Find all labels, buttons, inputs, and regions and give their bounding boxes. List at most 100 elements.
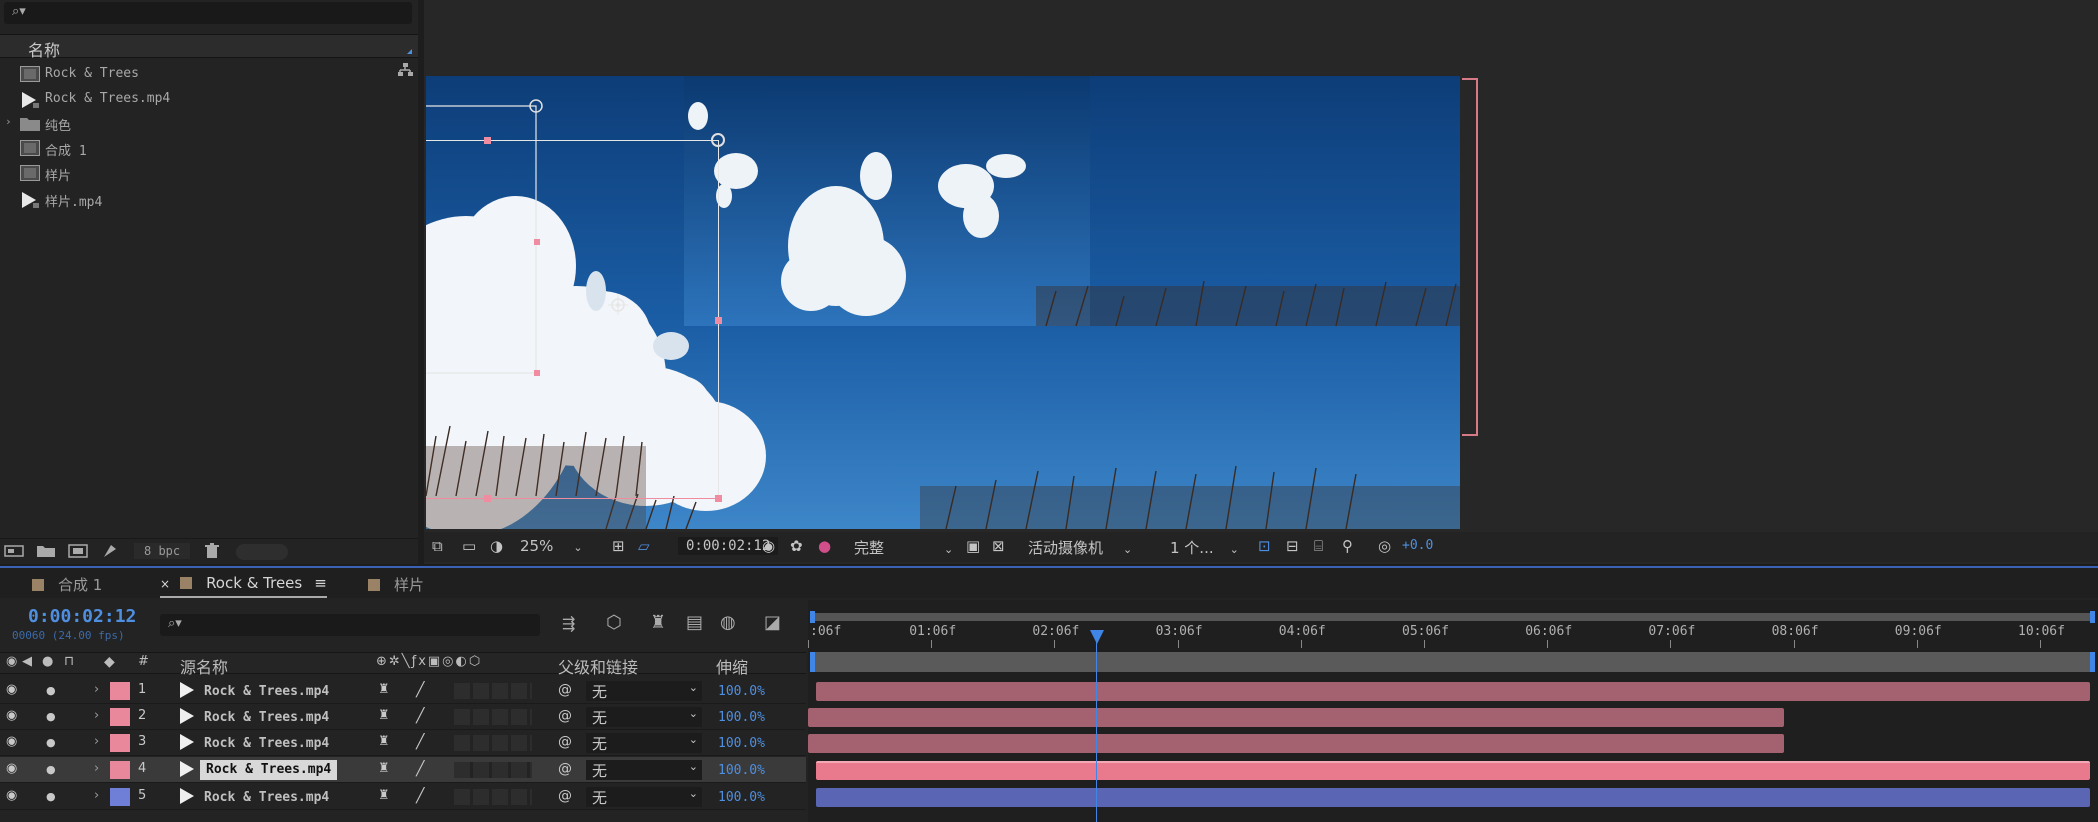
draft-3d-icon[interactable]: ⊡: [1258, 537, 1271, 555]
camera-dropdown[interactable]: 活动摄像机 ⌄: [1028, 537, 1132, 558]
solo-icon[interactable]: ●: [46, 790, 56, 803]
quality-switch-icon[interactable]: ╱: [416, 761, 424, 777]
switch-boxes[interactable]: [454, 709, 532, 725]
solo-icon[interactable]: ●: [46, 710, 56, 723]
solo-switch-icon[interactable]: ●: [42, 654, 53, 669]
stretch-value[interactable]: 100.0%: [718, 736, 765, 751]
quality-switch-icon[interactable]: ╱: [416, 788, 424, 804]
shy-layers-icon[interactable]: ♜: [650, 612, 666, 633]
snapshot-icon[interactable]: ◉: [762, 537, 775, 555]
label-color-swatch[interactable]: [110, 761, 130, 779]
tab-comp-1[interactable]: 合成 1: [32, 574, 102, 595]
flowchart-icon[interactable]: ⚲: [1342, 537, 1353, 555]
close-icon[interactable]: ×: [160, 577, 170, 591]
layer-name[interactable]: Rock & Trees.mp4: [204, 790, 329, 805]
fast-preview-icon[interactable]: ⊟: [1286, 537, 1299, 555]
monitor-icon[interactable]: ▭: [462, 537, 476, 555]
eye-icon[interactable]: ◉: [6, 761, 17, 776]
quality-switch-icon[interactable]: ╱: [416, 708, 424, 724]
column-parent[interactable]: 父级和链接: [558, 654, 638, 678]
pickwhip-icon[interactable]: @: [558, 682, 572, 698]
layer-duration-bar[interactable]: [816, 761, 2090, 780]
layer-duration-bar[interactable]: [816, 788, 2090, 807]
stretch-value[interactable]: 100.0%: [718, 710, 765, 725]
render-icon[interactable]: [102, 543, 120, 559]
zoom-dropdown[interactable]: 25% ⌄: [520, 537, 583, 555]
playhead-handle[interactable]: [1090, 630, 1104, 644]
toggle-transparency-icon[interactable]: ⊠: [992, 537, 1005, 555]
pickwhip-icon[interactable]: @: [558, 788, 572, 804]
label-color-swatch[interactable]: [110, 788, 130, 806]
project-item[interactable]: Rock & Trees.mp4: [0, 87, 418, 111]
solo-icon[interactable]: ●: [46, 736, 56, 749]
layer-duration-bar[interactable]: [808, 734, 1784, 753]
bit-depth-button[interactable]: 8 bpc: [134, 543, 191, 559]
layer-row[interactable]: ◉ ● › 4 Rock & Trees.mp4 ♜ ╱ @ 无 ⌄ 100.0%: [0, 757, 806, 783]
chevron-right-icon[interactable]: ›: [94, 761, 99, 776]
stretch-value[interactable]: 100.0%: [718, 763, 765, 778]
new-folder-icon[interactable]: [36, 544, 56, 558]
new-composition-icon[interactable]: [68, 544, 88, 558]
label-color-swatch[interactable]: [110, 682, 130, 700]
chevron-right-icon[interactable]: ›: [94, 788, 99, 803]
handle-bottom-mid[interactable]: [484, 495, 491, 502]
label-tag-icon[interactable]: ◆: [104, 654, 115, 670]
layer-row[interactable]: ◉ ● › 3 Rock & Trees.mp4 ♜ ╱ @ 无 ⌄ 100.0%: [0, 730, 806, 756]
layer-search-input[interactable]: ⌕▾: [160, 614, 540, 636]
shy-switch-icon[interactable]: ♜: [378, 788, 390, 803]
composition-mini-flowchart-icon[interactable]: ⇶: [562, 614, 575, 633]
solo-icon[interactable]: ●: [46, 763, 56, 776]
render-range-bar[interactable]: [814, 652, 2090, 672]
eye-icon[interactable]: ◉: [6, 788, 17, 803]
handle-top-mid[interactable]: [484, 137, 491, 144]
label-color-swatch[interactable]: [110, 734, 130, 752]
switch-boxes[interactable]: [454, 735, 532, 751]
parent-dropdown[interactable]: 无 ⌄: [586, 681, 702, 701]
pickwhip-icon[interactable]: @: [558, 734, 572, 750]
video-switch-icon[interactable]: ◉: [6, 654, 17, 669]
eye-icon[interactable]: ◉: [6, 734, 17, 749]
quality-switch-icon[interactable]: ╱: [416, 682, 424, 698]
playhead-line[interactable]: [1096, 632, 1097, 822]
layer-row[interactable]: ◉ ● › 2 Rock & Trees.mp4 ♜ ╱ @ 无 ⌄ 100.0%: [0, 704, 806, 730]
trash-icon[interactable]: [204, 543, 220, 559]
parent-dropdown[interactable]: 无 ⌄: [586, 707, 702, 727]
stretch-value[interactable]: 100.0%: [718, 684, 765, 699]
audio-switch-icon[interactable]: ◀: [22, 654, 32, 669]
project-column-header[interactable]: 名称: [0, 34, 418, 60]
interpret-footage-icon[interactable]: [4, 544, 24, 558]
layer-duration-bar[interactable]: [808, 708, 1784, 727]
work-area-bar[interactable]: [814, 613, 2090, 621]
graph-editor-icon[interactable]: ◪: [764, 612, 781, 633]
project-item[interactable]: 合成 1: [0, 136, 418, 160]
region-of-interest-icon[interactable]: ▣: [966, 537, 980, 555]
tab-sample[interactable]: 样片: [368, 574, 424, 595]
quality-switch-icon[interactable]: ╱: [416, 734, 424, 750]
current-time-display[interactable]: 0:00:02:12: [28, 606, 136, 627]
transparency-grid-icon[interactable]: ▱: [638, 537, 650, 555]
project-item[interactable]: 样片: [0, 161, 418, 185]
parent-dropdown[interactable]: 无 ⌄: [586, 787, 702, 807]
shy-switch-icon[interactable]: ♜: [378, 682, 390, 697]
lock-icon[interactable]: ⊓: [64, 654, 74, 669]
reset-exposure-icon[interactable]: ◎: [1378, 537, 1391, 555]
always-preview-icon[interactable]: ⧉: [432, 537, 443, 555]
project-item[interactable]: › 纯色: [0, 111, 418, 135]
switch-boxes[interactable]: [454, 762, 532, 778]
exposure-value[interactable]: +0.0: [1402, 538, 1433, 553]
chevron-right-icon[interactable]: ›: [94, 734, 99, 749]
chevron-right-icon[interactable]: ›: [94, 682, 99, 697]
safe-margins-icon[interactable]: ⊞: [612, 537, 625, 555]
eye-icon[interactable]: ◉: [6, 708, 17, 723]
shy-switch-icon[interactable]: ♜: [378, 734, 390, 749]
draft-3d-icon[interactable]: ⬡: [606, 612, 622, 633]
layer-row[interactable]: ◉ ● › 5 Rock & Trees.mp4 ♜ ╱ @ 无 ⌄ 100.0%: [0, 784, 806, 810]
solo-icon[interactable]: ●: [46, 684, 56, 697]
composition-canvas[interactable]: [426, 76, 1460, 529]
range-end-marker[interactable]: [2090, 652, 2095, 672]
switch-boxes[interactable]: [454, 789, 532, 805]
menu-icon[interactable]: ≡: [314, 574, 327, 592]
views-dropdown[interactable]: 1 个... ⌄: [1170, 537, 1239, 558]
chevron-right-icon[interactable]: ›: [94, 708, 99, 723]
project-search-input[interactable]: ⌕▾: [4, 2, 412, 24]
